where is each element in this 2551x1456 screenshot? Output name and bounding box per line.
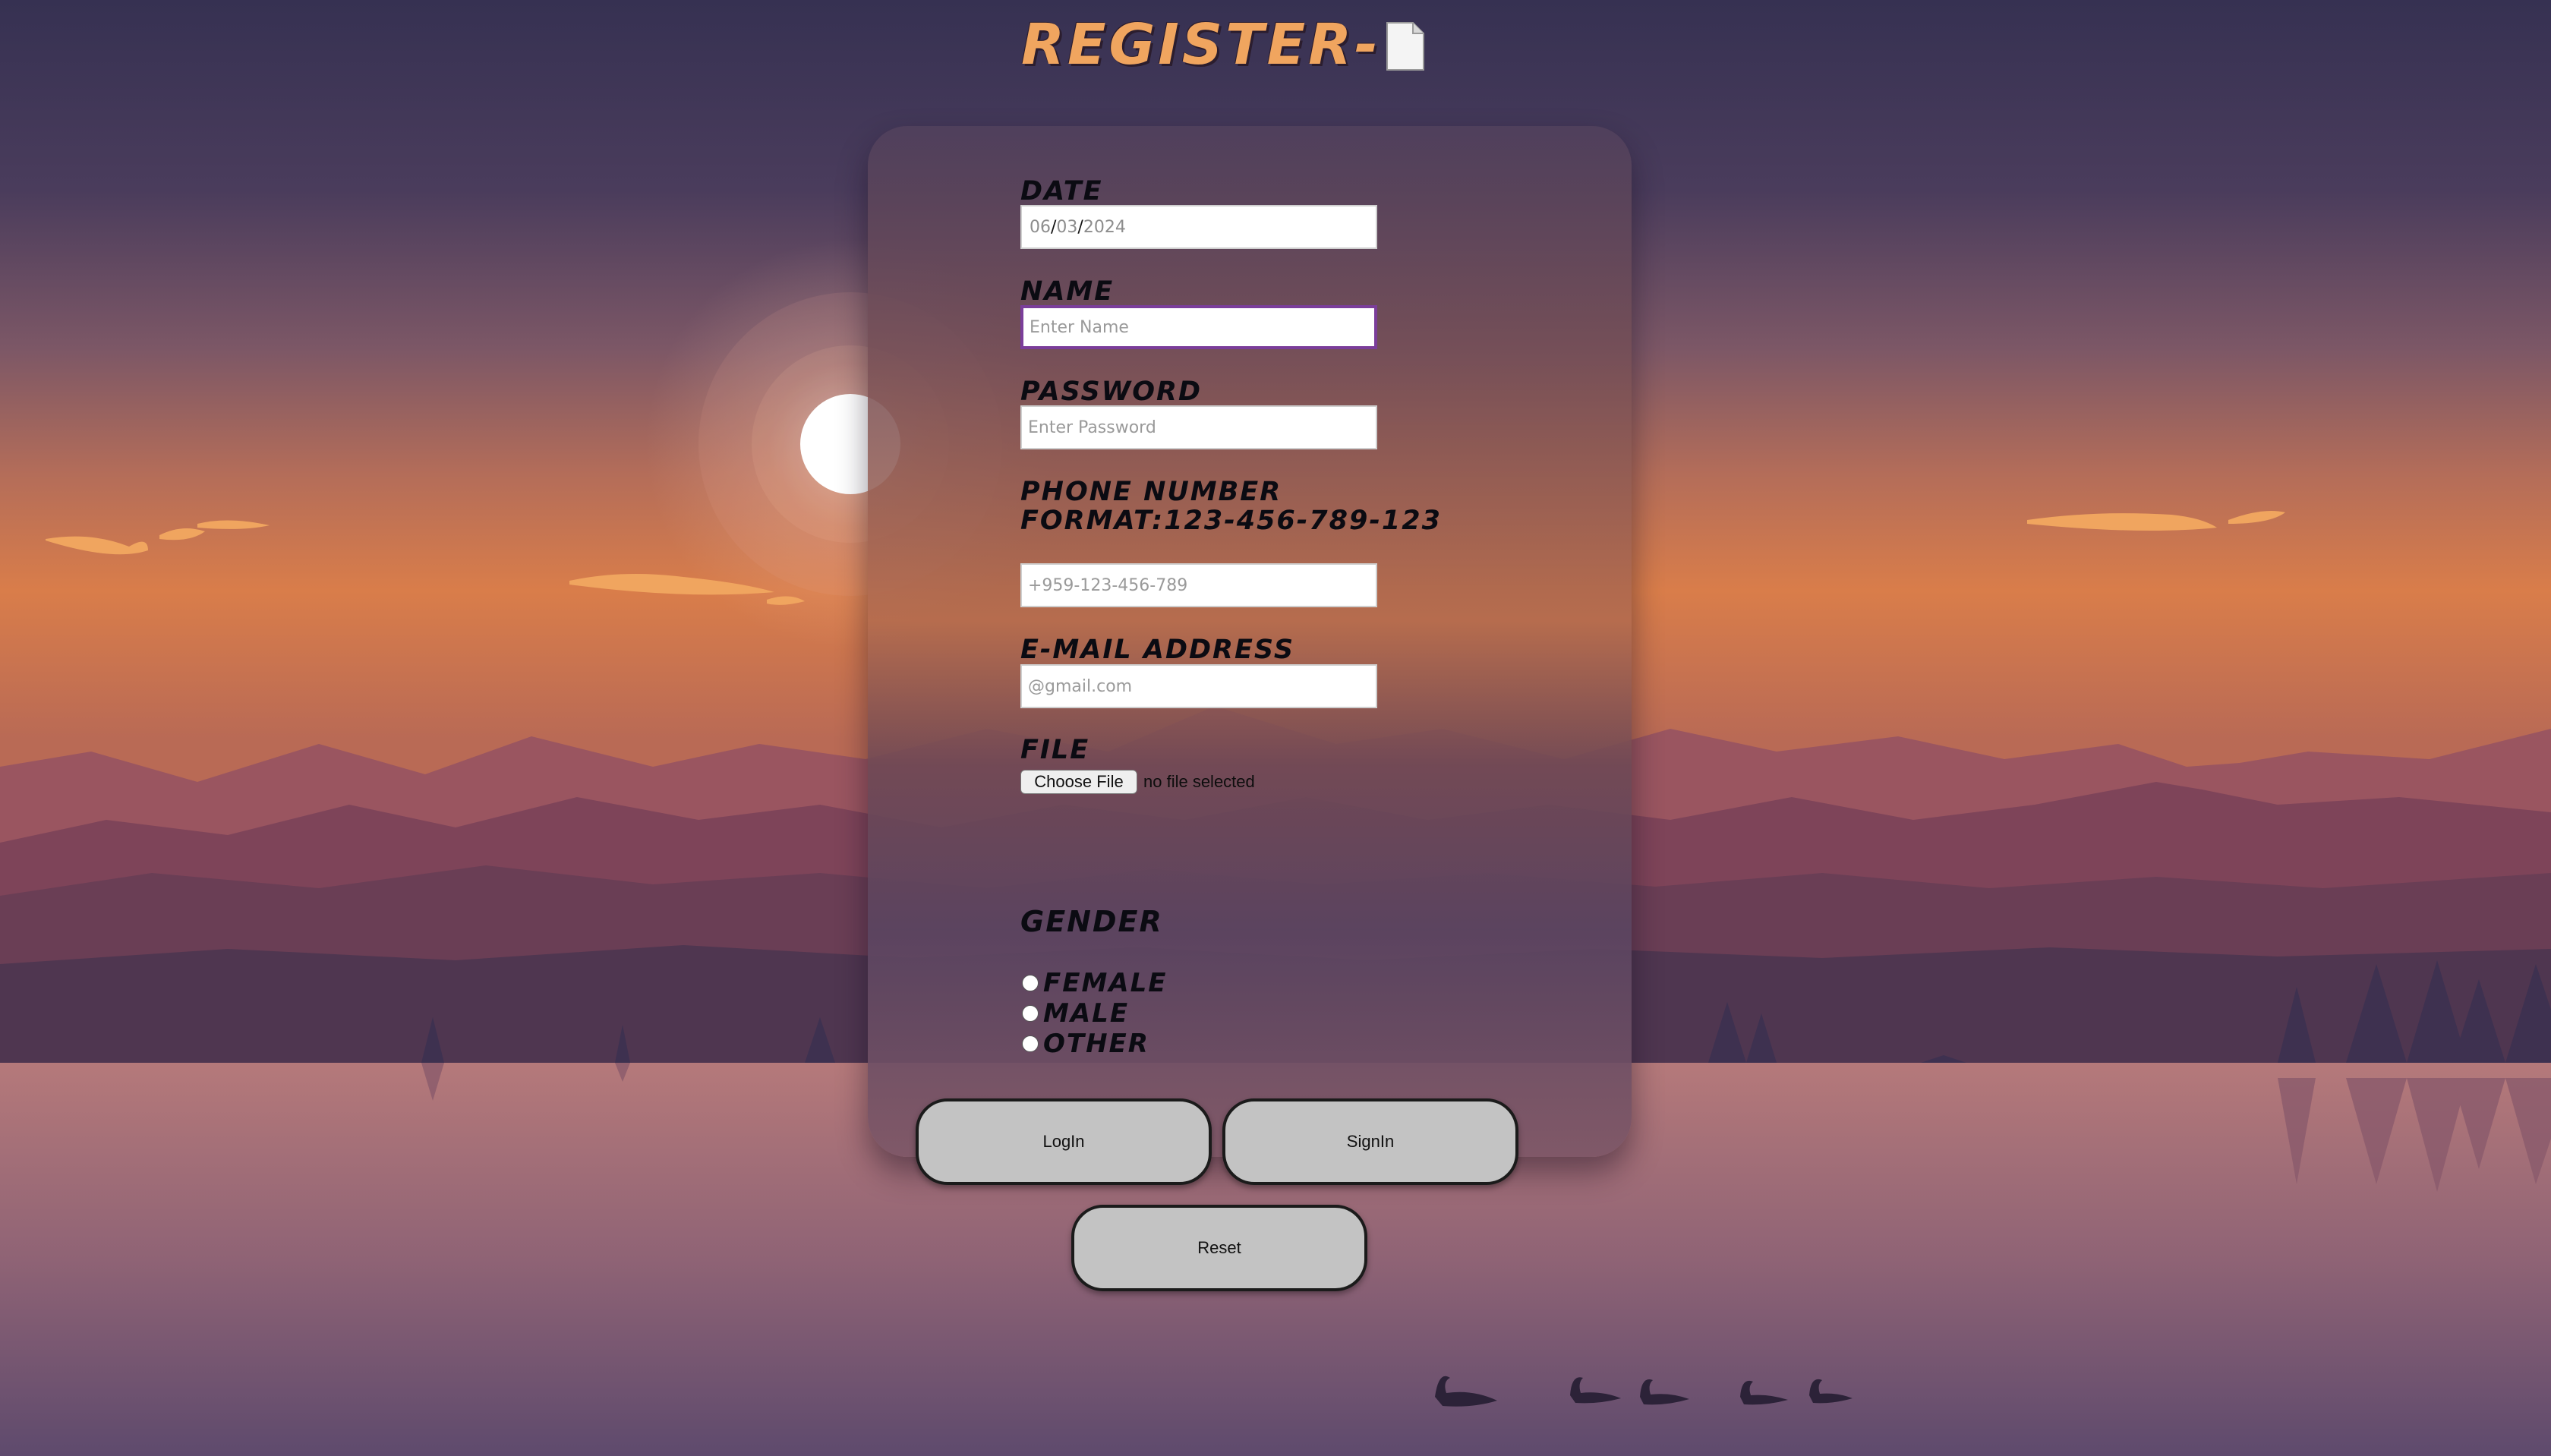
phone-label: Phone Number xyxy=(1020,477,1282,507)
email-label: E-mail Address xyxy=(1020,635,1295,665)
gender-option-male[interactable]: Male xyxy=(1022,999,1129,1028)
gender-option-female[interactable]: Female xyxy=(1022,969,1168,997)
password-input[interactable] xyxy=(1020,405,1377,449)
password-label: Password xyxy=(1020,377,1203,407)
other-radio[interactable] xyxy=(1022,1035,1039,1052)
male-radio[interactable] xyxy=(1022,1005,1039,1022)
female-radio[interactable] xyxy=(1022,975,1039,991)
page-title-text: REGISTER- xyxy=(1021,12,1381,77)
choose-file-button[interactable]: Choose File xyxy=(1020,770,1137,794)
phone-format-label: Format:123-456-789-123 xyxy=(1020,506,1442,536)
male-label: Male xyxy=(1043,998,1130,1029)
reset-button[interactable]: Reset xyxy=(1071,1205,1367,1291)
date-input[interactable]: 06 / 03 / 2024 xyxy=(1020,205,1377,249)
file-status-text: no file selected xyxy=(1143,772,1255,791)
female-label: Female xyxy=(1043,968,1168,998)
date-separator-1: / xyxy=(1051,217,1057,237)
date-label: Date xyxy=(1020,176,1103,206)
email-input[interactable] xyxy=(1020,664,1377,708)
other-label: Other xyxy=(1043,1029,1149,1059)
date-separator-2: / xyxy=(1077,217,1083,237)
date-day[interactable]: 06 xyxy=(1030,218,1051,237)
document-icon xyxy=(1386,20,1425,71)
name-label: Name xyxy=(1020,276,1115,307)
date-month[interactable]: 03 xyxy=(1056,218,1077,237)
login-button[interactable]: LogIn xyxy=(916,1098,1212,1185)
name-input[interactable] xyxy=(1020,305,1377,349)
gender-option-other[interactable]: Other xyxy=(1022,1029,1149,1058)
gender-label: Gender xyxy=(1020,905,1163,938)
signin-button[interactable]: SignIn xyxy=(1222,1098,1518,1185)
date-year[interactable]: 2024 xyxy=(1083,218,1126,237)
phone-input[interactable] xyxy=(1020,563,1377,607)
file-label: File xyxy=(1020,735,1090,765)
page-title: REGISTER- xyxy=(1021,11,1425,79)
